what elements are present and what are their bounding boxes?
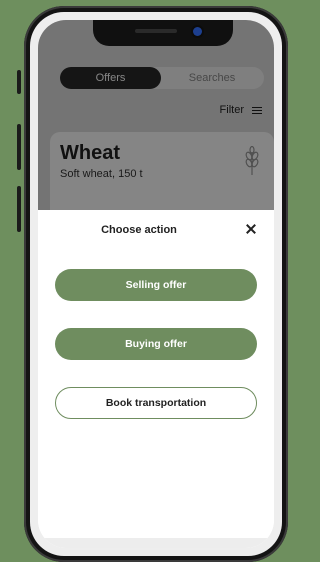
front-camera — [193, 27, 202, 36]
phone-side-button — [17, 70, 21, 94]
home-indicator-area — [38, 538, 274, 548]
phone-notch — [93, 20, 233, 46]
buying-offer-button[interactable]: Buying offer — [55, 328, 257, 360]
action-sheet: Choose action Selling offer Buying offer… — [38, 210, 274, 548]
phone-bezel: Offers Searches Filter Wheat Soft wheat,… — [30, 12, 282, 556]
sheet-title: Choose action — [101, 224, 177, 236]
speaker-grille — [135, 29, 177, 33]
selling-offer-button[interactable]: Selling offer — [55, 269, 257, 301]
phone-screen: Offers Searches Filter Wheat Soft wheat,… — [38, 20, 274, 548]
modal-backdrop[interactable] — [38, 20, 274, 210]
phone-frame: Offers Searches Filter Wheat Soft wheat,… — [24, 6, 288, 562]
book-transportation-button[interactable]: Book transportation — [55, 387, 257, 419]
close-icon[interactable] — [244, 222, 258, 236]
phone-volume-up-button — [17, 124, 21, 170]
phone-volume-down-button — [17, 186, 21, 232]
